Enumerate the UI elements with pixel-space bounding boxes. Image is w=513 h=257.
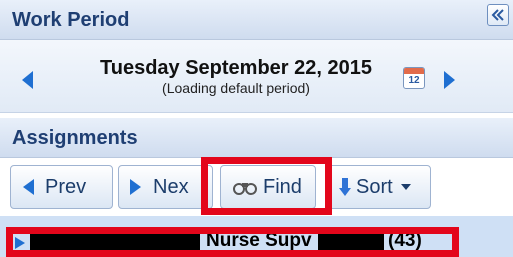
calendar-icon[interactable]: 12 <box>403 67 425 89</box>
work-period-status: (Loading default period) <box>162 80 310 96</box>
arrow-right-icon <box>130 179 141 195</box>
prev-button[interactable]: Prev <box>10 165 113 209</box>
collapse-panel-button[interactable] <box>487 4 509 26</box>
next-label: Nex <box>153 175 189 198</box>
double-chevron-left-icon <box>491 9 504 21</box>
sort-button[interactable]: Sort <box>327 165 431 209</box>
highlight-box <box>201 157 332 215</box>
dropdown-caret-icon <box>400 184 411 190</box>
work-period-header: Work Period <box>0 0 513 40</box>
sort-label: Sort <box>356 175 393 198</box>
previous-period-arrow-icon[interactable] <box>20 70 34 90</box>
arrow-left-icon <box>23 179 34 195</box>
next-period-arrow-icon[interactable] <box>443 70 457 90</box>
work-period-date-bar: Tuesday September 22, 2015 (Loading defa… <box>0 40 513 113</box>
prev-label: Prev <box>45 175 87 198</box>
assignments-header: Assignments <box>0 118 513 158</box>
work-period-title: Work Period <box>12 9 130 31</box>
work-period-date: Tuesday September 22, 2015 <box>100 57 372 79</box>
calendar-day: 12 <box>408 75 420 86</box>
assignments-title: Assignments <box>12 127 138 149</box>
next-button[interactable]: Nex <box>118 165 213 209</box>
arrow-down-icon <box>339 178 351 196</box>
highlight-box <box>6 227 459 257</box>
